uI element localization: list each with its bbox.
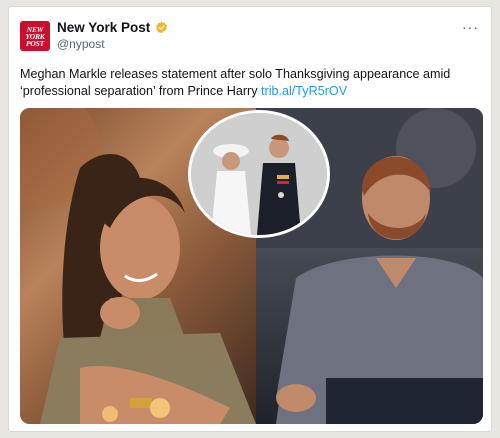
avatar-text-post: POST <box>26 38 44 48</box>
tweet-link[interactable]: trib.al/TyR5rOV <box>261 84 347 98</box>
tweet-card[interactable]: NEW YORK POST New York Post @nypost ··· … <box>8 6 492 432</box>
tweet-body: Meghan Markle releases statement after s… <box>20 67 451 98</box>
account-name-row: New York Post <box>57 20 168 35</box>
tweet-text: Meghan Markle releases statement after s… <box>20 66 482 100</box>
nypost-avatar[interactable]: NEW YORK POST <box>20 21 50 51</box>
tweet-media-image[interactable] <box>20 108 483 424</box>
verified-badge-icon <box>155 21 168 34</box>
more-options-icon[interactable]: ··· <box>462 19 479 35</box>
photo-inset-couple <box>188 110 330 238</box>
account-name[interactable]: New York Post <box>57 20 150 35</box>
account-handle[interactable]: @nypost <box>57 37 105 51</box>
